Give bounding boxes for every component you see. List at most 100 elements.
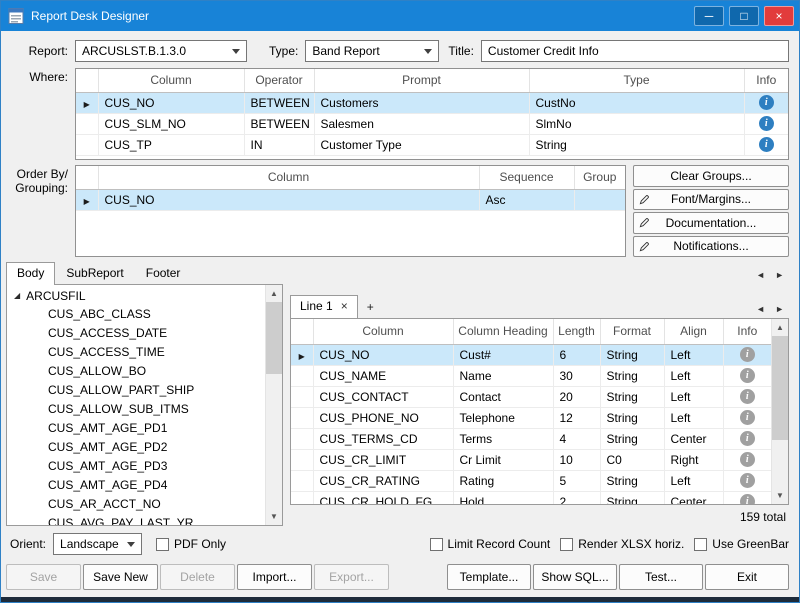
tree-scrollbar[interactable]: ▲ ▼ (265, 285, 282, 525)
add-line-tab-button[interactable]: + (358, 297, 383, 318)
info-icon[interactable] (759, 116, 774, 131)
scroll-left-icon[interactable]: ◄ (756, 305, 765, 314)
options-row: Orient: Landscape PDF Only Limit Record … (6, 532, 789, 556)
row-selector[interactable] (291, 365, 313, 386)
info-icon[interactable] (759, 95, 774, 110)
scroll-right-icon[interactable]: ► (775, 305, 784, 314)
report-select[interactable]: ARCUSLST.B.1.3.0 (75, 40, 247, 62)
save-button[interactable]: Save (6, 564, 81, 590)
close-tab-icon[interactable]: × (341, 300, 348, 312)
row-selector[interactable] (76, 113, 98, 134)
tree-item[interactable]: CUS_ACCESS_TIME (7, 343, 265, 362)
tree-item[interactable]: CUS_AMT_AGE_PD3 (7, 457, 265, 476)
line-row[interactable]: CUS_TERMS_CD Terms 4 String Center (291, 428, 771, 449)
row-selector[interactable] (291, 470, 313, 491)
row-selector[interactable] (76, 189, 98, 210)
line-row[interactable]: CUS_CR_HOLD_FG Hold 2 String Center (291, 491, 771, 504)
scroll-down-icon[interactable]: ▼ (266, 508, 282, 525)
template-button[interactable]: Template... (447, 564, 531, 590)
row-selector[interactable] (291, 407, 313, 428)
cell-length: 4 (553, 428, 600, 449)
row-selector[interactable] (291, 344, 313, 365)
row-selector[interactable] (291, 386, 313, 407)
info-icon[interactable] (740, 473, 755, 488)
tree-item[interactable]: CUS_ALLOW_PART_SHIP (7, 381, 265, 400)
use-greenbar-checkbox[interactable]: Use GreenBar (694, 537, 789, 551)
line-tab-strip: Line 1 × + ◄ ► (290, 295, 789, 318)
tree-item[interactable]: CUS_AMT_AGE_PD2 (7, 438, 265, 457)
test-button[interactable]: Test... (619, 564, 703, 590)
tree-item-label: CUS_AMT_AGE_PD4 (48, 478, 167, 492)
scrollbar-track[interactable] (266, 302, 282, 508)
tab-line-1[interactable]: Line 1 × (290, 295, 358, 319)
tree-item[interactable]: CUS_AMT_AGE_PD4 (7, 476, 265, 495)
close-button[interactable]: × (764, 6, 794, 26)
info-icon[interactable] (740, 410, 755, 425)
tree-item[interactable]: CUS_ABC_CLASS (7, 305, 265, 324)
tab-footer[interactable]: Footer (135, 262, 192, 284)
where-row[interactable]: CUS_NO BETWEEN Customers CustNo (76, 92, 788, 113)
clear-groups-button[interactable]: Clear Groups... (633, 165, 789, 187)
delete-button[interactable]: Delete (160, 564, 235, 590)
row-selector[interactable] (291, 449, 313, 470)
info-icon[interactable] (759, 137, 774, 152)
limit-record-count-checkbox[interactable]: Limit Record Count (430, 537, 551, 551)
row-selector[interactable] (76, 134, 98, 155)
row-selector[interactable] (291, 491, 313, 504)
pdf-only-checkbox[interactable]: PDF Only (156, 537, 226, 551)
tree-item-label: CUS_ALLOW_PART_SHIP (48, 383, 194, 397)
info-icon[interactable] (740, 452, 755, 467)
export-button[interactable]: Export... (314, 564, 389, 590)
cell-align: Right (664, 449, 723, 470)
where-row[interactable]: CUS_SLM_NO BETWEEN Salesmen SlmNo (76, 113, 788, 134)
line-row[interactable]: CUS_NAME Name 30 String Left (291, 365, 771, 386)
title-input[interactable] (481, 40, 789, 62)
info-icon[interactable] (740, 368, 755, 383)
line-row[interactable]: CUS_NO Cust# 6 String Left (291, 344, 771, 365)
tree-item[interactable]: CUS_AMT_AGE_PD1 (7, 419, 265, 438)
line-grid-scrollbar[interactable]: ▲ ▼ (771, 319, 788, 504)
tree-item[interactable]: CUS_ALLOW_SUB_ITMS (7, 400, 265, 419)
tree-item[interactable]: CUS_ALLOW_BO (7, 362, 265, 381)
tab-body[interactable]: Body (6, 262, 55, 285)
maximize-button[interactable]: □ (729, 6, 759, 26)
row-selector[interactable] (76, 92, 98, 113)
tree-expander-icon[interactable]: ◢ (14, 292, 20, 300)
scroll-up-icon[interactable]: ▲ (266, 285, 282, 302)
info-icon[interactable] (740, 389, 755, 404)
type-select[interactable]: Band Report (305, 40, 439, 62)
scroll-left-icon[interactable]: ◄ (756, 271, 765, 280)
line-row[interactable]: CUS_CR_LIMIT Cr Limit 10 C0 Right (291, 449, 771, 470)
save-new-button[interactable]: Save New (83, 564, 158, 590)
info-icon[interactable] (740, 431, 755, 446)
scrollbar-track[interactable] (772, 336, 788, 487)
exit-button[interactable]: Exit (705, 564, 789, 590)
row-selector[interactable] (291, 428, 313, 449)
tab-subreport[interactable]: SubReport (55, 262, 134, 284)
where-row[interactable]: CUS_TP IN Customer Type String (76, 134, 788, 155)
render-xlsx-horiz-checkbox[interactable]: Render XLSX horiz. (560, 537, 684, 551)
notifications-button[interactable]: Notifications... (633, 236, 789, 258)
info-icon[interactable] (740, 494, 755, 504)
tree-root-arcusfil[interactable]: ◢ ARCUSFIL (7, 286, 265, 305)
order-row[interactable]: CUS_NO Asc (76, 189, 625, 210)
font-margins-button[interactable]: Font/Margins... (633, 189, 789, 211)
import-button[interactable]: Import... (237, 564, 312, 590)
minimize-button[interactable]: ─ (694, 6, 724, 26)
tree-item[interactable]: CUS_ACCESS_DATE (7, 324, 265, 343)
tree-item[interactable]: CUS_AVG_PAY_LAST_YR (7, 514, 265, 525)
chevron-down-icon (232, 49, 240, 58)
scrollbar-thumb[interactable] (266, 302, 282, 374)
info-icon[interactable] (740, 347, 755, 362)
line-row[interactable]: CUS_CONTACT Contact 20 String Left (291, 386, 771, 407)
line-row[interactable]: CUS_PHONE_NO Telephone 12 String Left (291, 407, 771, 428)
show-sql-button[interactable]: Show SQL... (533, 564, 617, 590)
scroll-right-icon[interactable]: ► (775, 271, 784, 280)
line-row[interactable]: CUS_CR_RATING Rating 5 String Left (291, 470, 771, 491)
scroll-down-icon[interactable]: ▼ (772, 487, 788, 504)
scrollbar-thumb[interactable] (772, 336, 788, 440)
orient-select[interactable]: Landscape (53, 533, 142, 555)
tree-item[interactable]: CUS_AR_ACCT_NO (7, 495, 265, 514)
documentation-button[interactable]: Documentation... (633, 212, 789, 234)
scroll-up-icon[interactable]: ▲ (772, 319, 788, 336)
